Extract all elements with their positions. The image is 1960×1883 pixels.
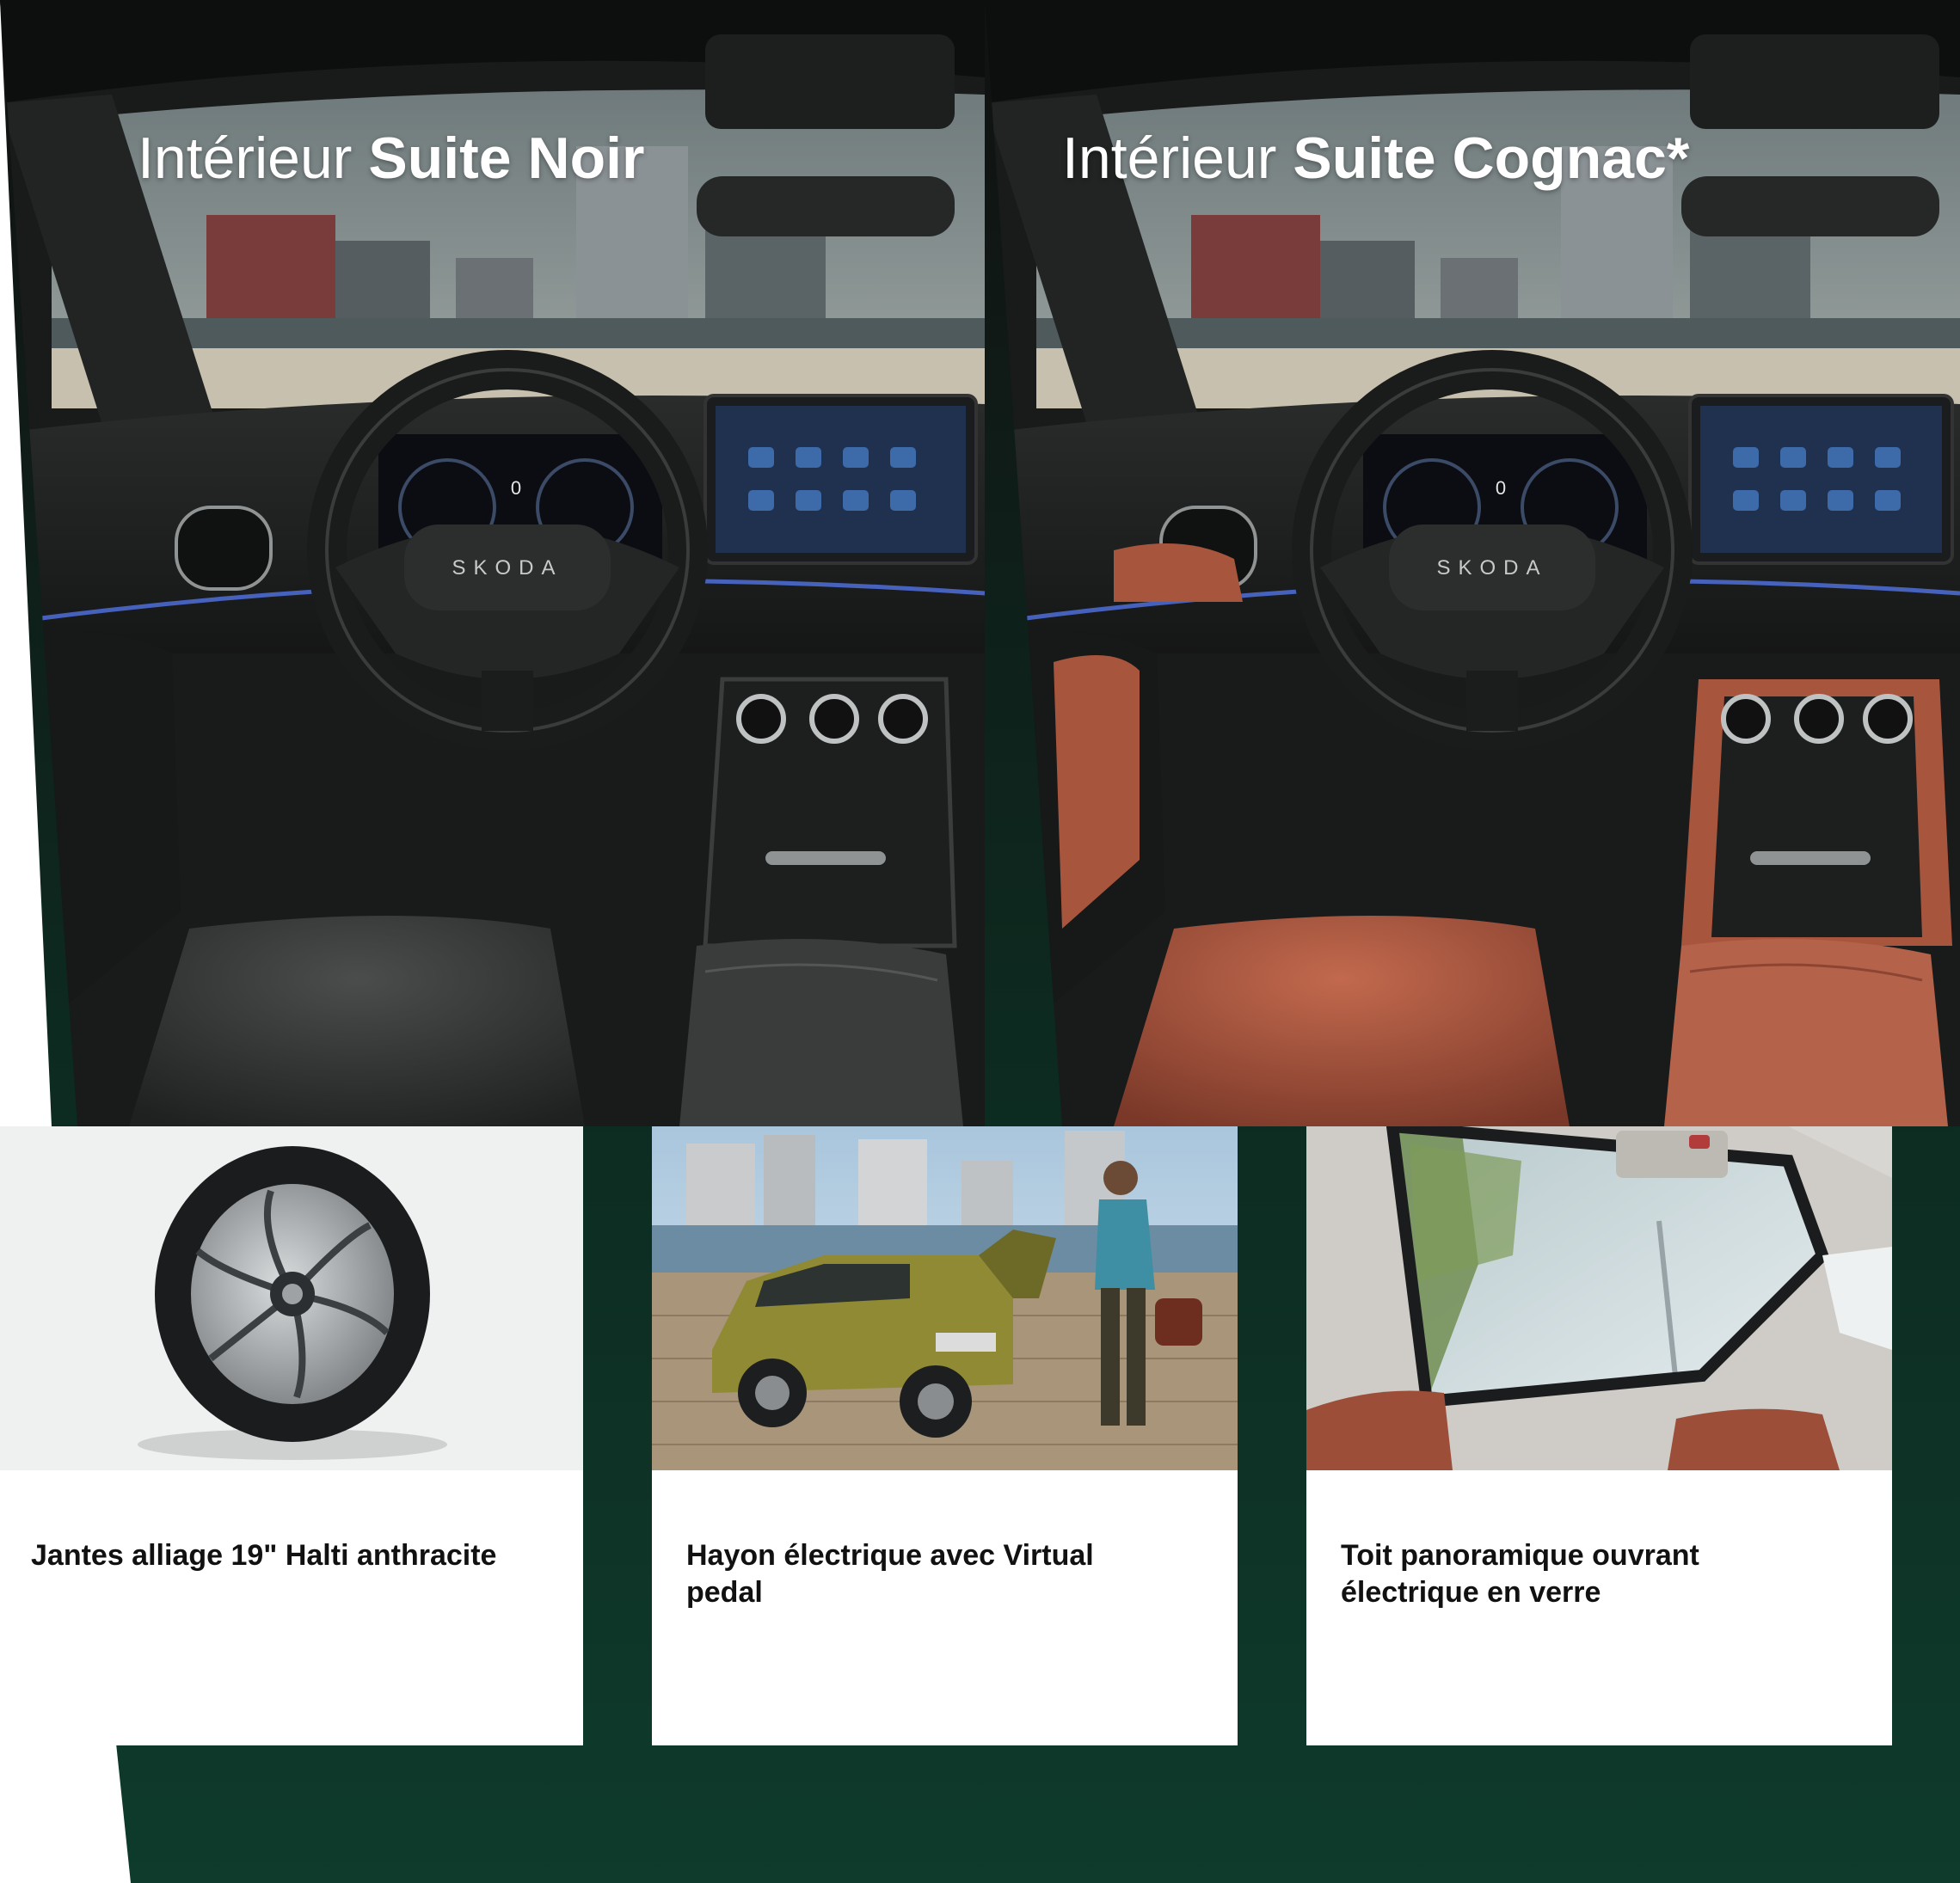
interior-photo-suite-cognac: 0 SKODA Intérieur Suite Cognac* — [985, 0, 1960, 1126]
speed-readout: 0 — [1496, 477, 1506, 499]
interior-title-cognac: Intérieur Suite Cognac* — [1062, 129, 1689, 187]
interior-photo-suite-noir: 0 SKODA Intérieur Suite Noir — [0, 0, 985, 1126]
interior-title-noir: Intérieur Suite Noir — [138, 129, 645, 187]
title-bold-noir: Suite Noir — [368, 126, 645, 191]
title-light-noir: Intérieur — [138, 126, 353, 191]
feature-caption-wheel: Jantes alliage 19" Halti anthracite — [31, 1539, 497, 1572]
alloy-wheel-image — [0, 1126, 583, 1470]
feature-card-panoramic-roof: Toit panoramique ouvrant électrique en v… — [1306, 1126, 1892, 1745]
steering-brand-text: SKODA — [1436, 556, 1547, 580]
feature-card-wheel: Jantes alliage 19" Halti anthracite — [0, 1126, 583, 1745]
title-bold-cognac: Suite Cognac* — [1293, 126, 1690, 191]
feature-card-tailgate: Hayon électrique avec Virtual pedal — [652, 1126, 1238, 1745]
title-light-cognac: Intérieur — [1062, 126, 1277, 191]
speed-readout: 0 — [511, 477, 521, 499]
feature-caption-tailgate: Hayon électrique avec Virtual pedal — [686, 1539, 1094, 1609]
feature-caption-panoramic-roof: Toit panoramique ouvrant électrique en v… — [1341, 1539, 1699, 1609]
panoramic-roof-image — [1306, 1126, 1892, 1470]
steering-brand-text: SKODA — [452, 556, 562, 580]
tailgate-suv-image — [652, 1126, 1238, 1470]
